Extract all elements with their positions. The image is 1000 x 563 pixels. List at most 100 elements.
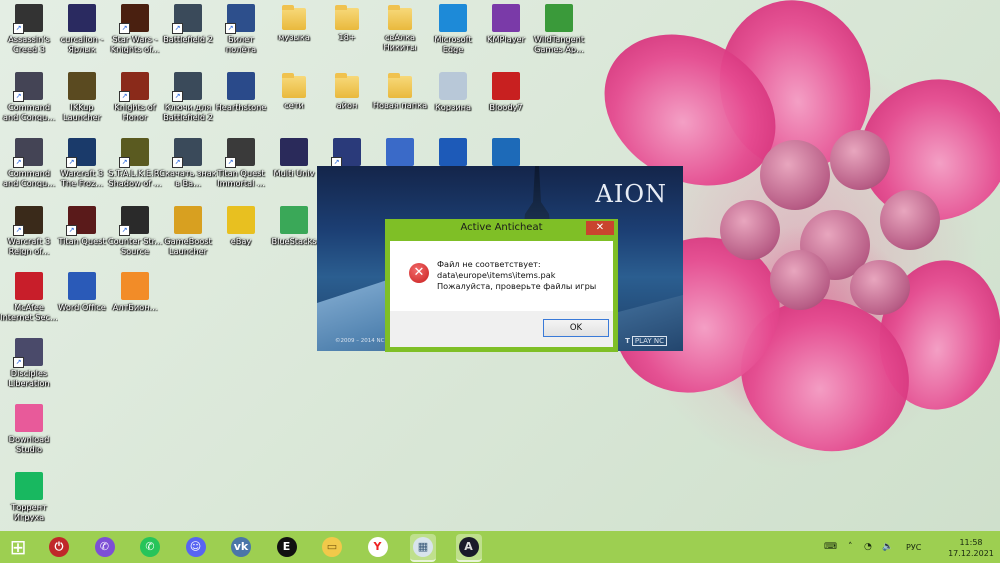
desktop-icon[interactable]: Multi Univ [265, 136, 323, 198]
aion-icon[interactable]: A [455, 534, 482, 562]
wallpaper-stamen [770, 250, 830, 310]
app-icon: ↗ [119, 206, 149, 236]
desktop-icon[interactable]: Bloody7 [477, 70, 535, 132]
app-icon: ↗ [119, 4, 149, 34]
folder-icon [388, 73, 412, 98]
app-icon [439, 138, 467, 166]
desktop-icon[interactable]: ↗ Disciples Liberation [0, 336, 58, 398]
desktop-icon[interactable]: curcalion - Ярлык [53, 2, 111, 64]
dialog-title: Active Anticheat [460, 222, 543, 233]
desktop-icon-label: GameBoost Launcher [164, 236, 212, 256]
desktop-icon[interactable]: Download Studio [0, 402, 58, 464]
file-explorer-icon[interactable]: ▭ [319, 534, 345, 560]
desktop-icon[interactable]: ↗ Command and Conqu... [0, 70, 58, 132]
desktop-icon[interactable]: Word Office [53, 270, 111, 332]
taskbar: ⊞ ⏻ ✆ ✆ ☺ vk E ▭ Y ▦ A ⌨ ˄ ◔ 🔈 РУС 11:58 17.12.20… [0, 531, 1000, 563]
anticheat-icon[interactable]: ▦ [410, 534, 436, 562]
viber-icon[interactable]: ✆ [92, 534, 118, 560]
show-hidden-icons-icon[interactable]: ˄ [848, 542, 853, 552]
desktop-icon[interactable]: ↗ Warcraft 3 The Froz... [53, 136, 111, 198]
desktop-icon[interactable]: Корзина [424, 70, 482, 132]
discord-icon[interactable]: ☺ [183, 534, 209, 560]
desktop-icon[interactable]: ↗ Command and Conqu... [0, 136, 58, 198]
desktop-icon-label: WildTangent Games Ap... [533, 34, 585, 54]
desktop-icon[interactable]: ↗ Скачать знак в Ва... [159, 136, 217, 198]
desktop-icon[interactable]: ↗ Assassin's Creed 3 [0, 2, 58, 64]
desktop-icon[interactable]: McAfee Internet Sec... [0, 270, 58, 332]
desktop-icon-label: Word Office [58, 302, 106, 312]
desktop-icon[interactable]: Новая папка [371, 70, 429, 132]
desktop-icon-label: сети [284, 100, 304, 110]
desktop-icon[interactable]: сети [265, 70, 323, 132]
app-icon: ↗ [13, 138, 43, 168]
app-icon [227, 72, 255, 100]
shortcut-arrow-icon: ↗ [225, 23, 236, 34]
desktop-icon[interactable]: IKKup Launcher [53, 70, 111, 132]
app-icon [492, 4, 520, 32]
error-message: Файл не соответствует: data\europe\items… [437, 259, 597, 291]
desktop-icon[interactable]: АлтБион... [106, 270, 164, 332]
app-icon [174, 206, 202, 234]
desktop-icon-label: Counter Str... Source [107, 236, 163, 256]
keyboard-icon[interactable]: ⌨ [824, 542, 837, 552]
splash-publisher-tag: T [625, 337, 630, 345]
volume-icon[interactable]: 🔈 [882, 542, 893, 552]
app-icon: ↗ [172, 4, 202, 34]
taskbar-app-glyph: ▭ [322, 537, 342, 557]
e-app-icon[interactable]: E [274, 534, 300, 560]
start-button[interactable]: ⊞ [4, 534, 32, 560]
desktop-icon[interactable]: BlueStacks [265, 204, 323, 266]
app-icon [492, 138, 520, 166]
desktop-icon-label: Titan Quest Immortal ... [217, 168, 265, 188]
desktop-icon[interactable]: ↗ Star Wars - Knights of... [106, 2, 164, 64]
desktop-icon[interactable]: ↗ Counter Str... Source [106, 204, 164, 266]
desktop-icon[interactable]: ↗ Battlefield 2 [159, 2, 217, 64]
desktop-icon[interactable]: ↗ Knights of Honor [106, 70, 164, 132]
whatsapp-icon[interactable]: ✆ [137, 534, 163, 560]
desktop-icon[interactable]: ↗ Ключи для Battlefield 2 [159, 70, 217, 132]
dialog-footer: OK [390, 311, 613, 347]
desktop-icon[interactable]: айон [318, 70, 376, 132]
desktop-icon[interactable]: ↗ Warcraft 3 Reign of... [0, 204, 58, 266]
yandex-browser-icon[interactable]: Y [365, 534, 391, 560]
shortcut-arrow-icon: ↗ [13, 225, 24, 236]
ok-button[interactable]: OK [543, 319, 609, 337]
plaync-logo: PLAY NC [631, 336, 667, 346]
input-language[interactable]: РУС [906, 543, 921, 552]
power-app-icon[interactable]: ⏻ [46, 534, 72, 560]
desktop-icon-label: Скачать знак в Ва... [159, 168, 217, 188]
desktop-icon-label: Bloody7 [489, 102, 523, 112]
desktop-icon[interactable]: eBay [212, 204, 270, 266]
desktop-icon[interactable]: ↗ Titan Quest Immortal ... [212, 136, 270, 198]
desktop-icon[interactable]: Hearthstone [212, 70, 270, 132]
desktop-icon[interactable]: KMPlayer [477, 2, 535, 64]
app-icon: ↗ [119, 138, 149, 168]
desktop-icon[interactable]: ↗ S.T.A.L.K.E.R. Shadow of ... [106, 136, 164, 198]
desktop-icon[interactable]: ↗ Titan Quest [53, 204, 111, 266]
vk-icon[interactable]: vk [228, 534, 254, 560]
app-icon: ↗ [66, 138, 96, 168]
taskbar-app-glyph: A [458, 537, 479, 557]
clock[interactable]: 11:58 17.12.2021 [948, 537, 994, 559]
app-icon [280, 206, 308, 234]
shortcut-arrow-icon: ↗ [13, 23, 24, 34]
desktop-icon[interactable]: музыка [265, 2, 323, 64]
taskbar-app-glyph: ✆ [140, 537, 160, 557]
desktop-icon[interactable]: 18+ [318, 2, 376, 64]
desktop-icon[interactable]: WildTangent Games Ap... [530, 2, 588, 64]
desktop-icon[interactable]: Microsoft Edge [424, 2, 482, 64]
network-icon[interactable]: ◔ [864, 542, 872, 552]
desktop-icon[interactable]: ↗ Билет полёта [212, 2, 270, 64]
wallpaper-stamen [760, 140, 830, 210]
close-button[interactable]: ✕ [586, 221, 614, 235]
taskbar-app-glyph: Y [367, 537, 388, 557]
desktop-icon-label: музыка [278, 32, 310, 42]
desktop-icon-label: Hearthstone [215, 102, 267, 112]
desktop-icon[interactable]: Торрент Игруха [0, 470, 58, 531]
desktop-icon[interactable]: GameBoost Launcher [159, 204, 217, 266]
app-icon: ↗ [66, 206, 96, 236]
desktop-icon-label: Multi Univ [273, 168, 315, 178]
shortcut-arrow-icon: ↗ [13, 157, 24, 168]
desktop-icon[interactable]: свАлка Никиты [371, 2, 429, 64]
desktop-icon-label: Билет полёта [225, 34, 257, 54]
